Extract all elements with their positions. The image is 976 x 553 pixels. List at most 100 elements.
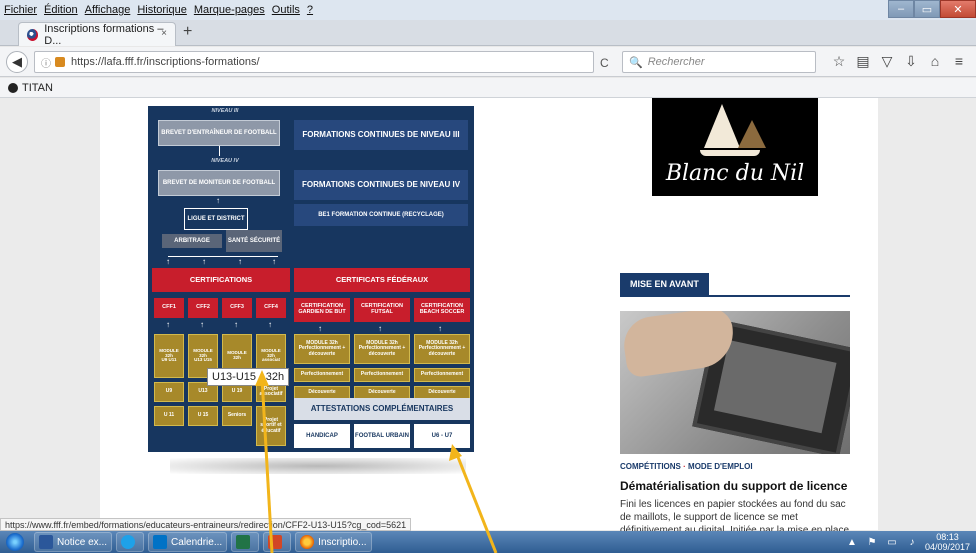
arbitrage-box: ARBITRAGE [162,234,222,248]
windows-logo-icon [6,533,24,551]
search-input[interactable]: 🔍 Rechercher [622,51,816,73]
reading-list-icon[interactable]: ▤ [852,53,874,70]
diagram-shadow [170,458,466,474]
article-headline[interactable]: Dématérialisation du support de licence [620,479,847,493]
certification-gardien-box[interactable]: CERTIFICATION GARDIEN DE BUT [294,298,350,322]
new-tab-button[interactable]: + [183,23,192,41]
taskbar-item-outlook[interactable]: Calendrie... [148,532,228,552]
brevet-entraineur-box[interactable]: BREVET D'ENTRAÎNEUR DE FOOTBALL [158,120,280,146]
category-mode-emploi[interactable]: MODE D'EMPLOI [688,462,753,471]
flag-icon[interactable]: ⚑ [865,537,879,548]
back-button[interactable]: ◀ [6,51,28,73]
internet-explorer-icon [121,535,136,549]
mise-en-avant-label: MISE EN AVANT [620,273,709,295]
boat-hull-icon [700,150,760,156]
start-button[interactable] [0,531,30,553]
tab-close-icon[interactable]: × [161,28,167,39]
up-arrow-icon: ↑ [234,320,238,329]
up-arrow-icon: ↑ [378,324,382,333]
menu-marque-pages[interactable]: Marque-pages [194,4,265,16]
taskbar-item-label: Notice ex... [57,536,108,548]
tablet-screen [713,339,837,434]
taskbar-item-word[interactable]: Notice ex... [34,532,113,552]
u11-box[interactable]: U 11 [154,406,184,426]
certification-futsal-box[interactable]: CERTIFICATION FUTSAL [354,298,410,322]
menu-edition[interactable]: Édition [44,4,78,16]
url-bar[interactable]: ⓘ https://lafa.fff.fr/inscriptions-forma… [34,51,594,73]
home-icon[interactable]: ⌂ [924,53,946,70]
seniors-box[interactable]: Seniors [222,406,252,426]
be1-formation-continue-band[interactable]: BE1 FORMATION CONTINUE (RECYCLAGE) [294,204,468,226]
up-arrow-icon: ↑ [166,257,170,266]
cff1-box[interactable]: CFF1 [154,298,184,318]
projet-sportif-box[interactable]: Projet sportif et éducatif [256,406,286,446]
mise-en-avant-header: MISE EN AVANT [620,273,850,297]
firefox-icon [300,535,315,549]
article-category[interactable]: COMPÉTITIONS · MODE D'EMPLOI [620,462,753,471]
formations-continues-iv-band[interactable]: FORMATIONS CONTINUES DE NIVEAU IV [294,170,468,200]
menu-bar: Fichier Édition Affichage Historique Mar… [0,0,976,20]
menu-help[interactable]: ? [307,4,313,16]
clock[interactable]: 08:13 04/09/2017 [925,532,970,552]
menu-icon[interactable]: ≡ [948,53,970,70]
window-controls: – ▭ ✕ [888,0,976,18]
niveau-iv-label: NIVEAU IV [211,158,239,165]
ligue-district-box: LIGUE ET DISTRICT [184,208,248,230]
taskbar-item-excel[interactable] [231,532,260,552]
menu-fichier[interactable]: Fichier [4,4,37,16]
taskbar-item-powerpoint[interactable] [263,532,292,552]
menu-outils[interactable]: Outils [272,4,300,16]
certification-beach-box[interactable]: CERTIFICATION BEACH SOCCER [414,298,470,322]
back-arrow-icon: ◀ [12,54,22,69]
tab-inscriptions[interactable]: Inscriptions formations – D... × [18,22,176,47]
module-gardien[interactable]: MODULE 32h Perfectionnement + découverte [294,334,350,364]
blanc-du-nil-ad[interactable]: Blanc du Nil [652,98,818,196]
niveau-iii-label: NIVEAU III [211,108,239,115]
taskbar-item-ie[interactable] [116,532,145,552]
sante-securite-box: SANTÉ SÉCURITÉ [226,230,282,252]
site-security-icon[interactable] [55,57,65,67]
search-placeholder: Rechercher [647,56,705,68]
category-competitions[interactable]: COMPÉTITIONS [620,462,681,471]
up-arrow-icon: ↑ [216,196,220,205]
handicap-box[interactable]: HANDICAP [294,424,350,448]
u15-box[interactable]: U 15 [188,406,218,426]
toolbar-icons: ☆ ▤ ▽ ⇩ ⌂ ≡ [828,53,972,70]
volume-icon[interactable]: ♪ [905,537,919,548]
pocket-icon[interactable]: ▽ [876,53,898,70]
brevet-moniteur-box[interactable]: BREVET DE MONITEUR DE FOOTBALL [158,170,280,196]
u6-u7-box[interactable]: U6 - U7 [414,424,470,448]
perfectionnement-futsal[interactable]: Perfectionnement [354,368,410,382]
module-beach[interactable]: MODULE 32h Perfectionnement + découverte [414,334,470,364]
cff4-box[interactable]: CFF4 [256,298,286,318]
cff2-box[interactable]: CFF2 [188,298,218,318]
football-urbain-box[interactable]: FOOTBAL URBAIN [354,424,410,448]
taskbar-item-firefox[interactable]: Inscriptio... [295,532,372,552]
formations-continues-iii-band[interactable]: FORMATIONS CONTINUES DE NIVEAU III [294,120,468,150]
maximize-button[interactable]: ▭ [914,0,940,18]
up-arrow-icon: ↑ [438,324,442,333]
network-icon[interactable]: ▭ [885,537,899,548]
module-futsal[interactable]: MODULE 32h Perfectionnement + découverte [354,334,410,364]
info-icon[interactable]: ⓘ [41,55,51,70]
downloads-icon[interactable]: ⇩ [900,53,922,70]
up-arrow-icon: ↑ [166,320,170,329]
formations-diagram: NIVEAU III BREVET D'ENTRAÎNEUR DE FOOTBA… [148,106,474,452]
menu-affichage[interactable]: Affichage [85,4,131,16]
menu-historique[interactable]: Historique [137,4,187,16]
close-window-button[interactable]: ✕ [940,0,976,18]
u9-box[interactable]: U9 [154,382,184,402]
bookmark-star-icon[interactable]: ☆ [828,53,850,70]
module-u9-u11[interactable]: MODULE 32h U9 U11 [154,334,184,378]
up-arrow-icon: ↑ [200,320,204,329]
cff3-box[interactable]: CFF3 [222,298,252,318]
bookmark-titan[interactable]: TITAN [22,82,53,94]
reload-button[interactable]: C [600,56,609,70]
tray-expand-icon[interactable]: ▲ [845,537,859,548]
perfectionnement-gardien[interactable]: Perfectionnement [294,368,350,382]
certifications-header: CERTIFICATIONS [152,268,290,292]
article-photo[interactable] [620,311,850,454]
minimize-button[interactable]: – [888,0,914,18]
powerpoint-icon [268,535,283,549]
perfectionnement-beach[interactable]: Perfectionnement [414,368,470,382]
